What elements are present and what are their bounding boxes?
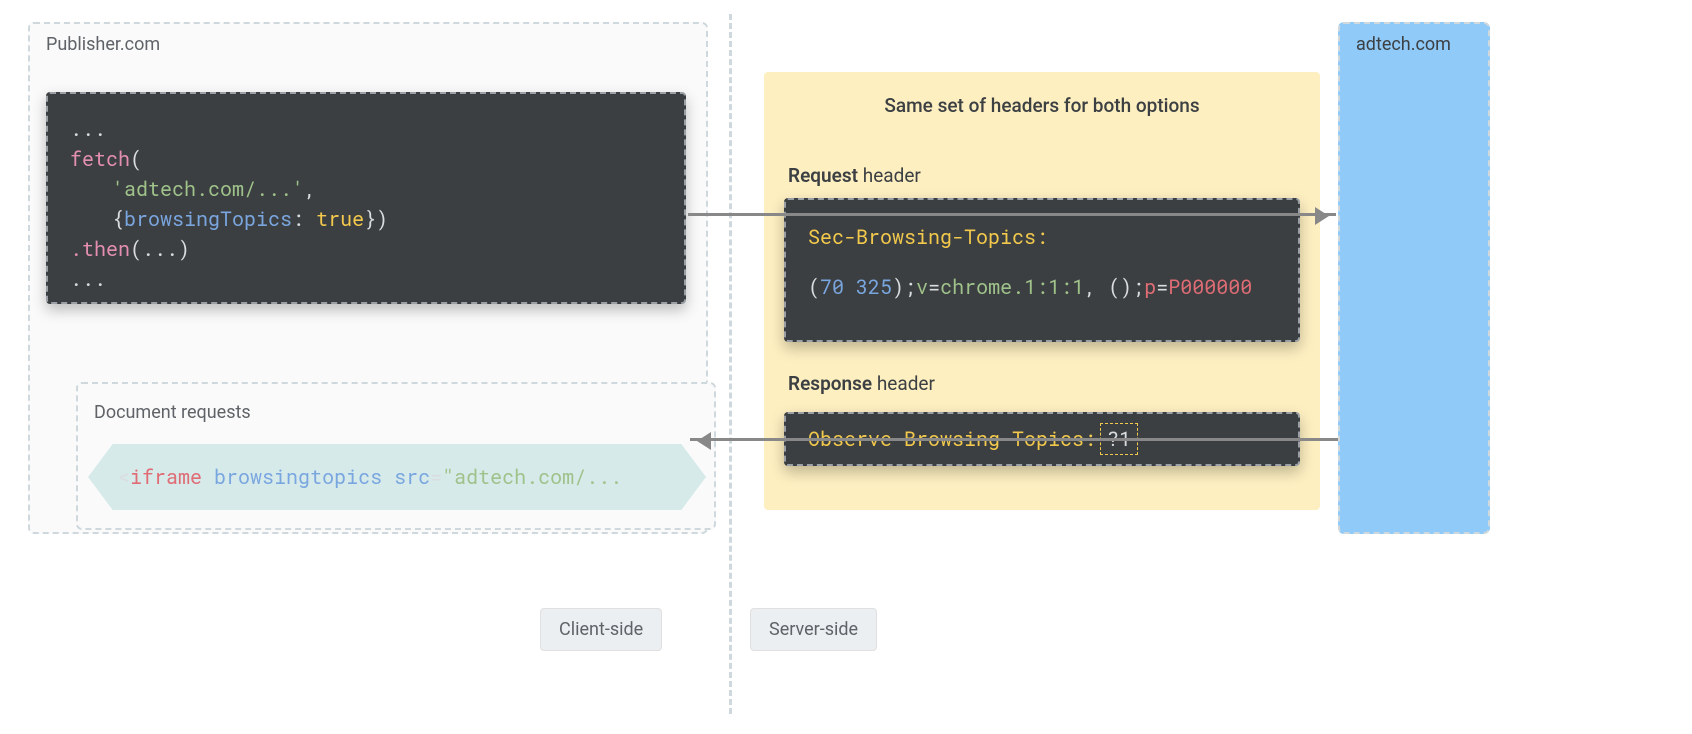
ellipsis-top: ...: [70, 116, 106, 142]
space: [844, 274, 856, 300]
publisher-title: Publisher.com: [46, 34, 160, 55]
adtech-panel: adtech.com: [1338, 22, 1490, 534]
opt-val-true: true: [316, 206, 364, 232]
opt-key: browsingTopics: [124, 206, 292, 232]
then-args: (...): [130, 236, 190, 262]
document-requests-title: Document requests: [94, 402, 251, 423]
fetch-open-paren: (: [130, 146, 142, 172]
tag-open: <: [118, 464, 130, 490]
brace-close: }: [364, 206, 376, 232]
client-side-label: Client-side: [540, 608, 662, 651]
js-fetch-code: ... fetch( 'adtech.com/...', {browsingTo…: [46, 92, 686, 304]
then: .then: [70, 236, 130, 262]
request-arrow: [688, 213, 1336, 216]
request-header-block: Sec-Browsing-Topics: (70 325);v=chrome.1…: [784, 198, 1300, 342]
v-eq: =: [928, 274, 940, 300]
response-header-label: Response header: [788, 372, 935, 395]
response-arrow: [690, 438, 1338, 441]
colon: :: [292, 206, 316, 232]
iframe-tag: <iframe browsingtopics src="adtech.com/.…: [88, 444, 706, 510]
p-eq: =: [1156, 274, 1168, 300]
topic-id-325: 325: [856, 274, 892, 300]
adtech-title: adtech.com: [1356, 34, 1451, 55]
sep-1: ;: [904, 274, 916, 300]
paren-empty: (): [1108, 274, 1132, 300]
comma-1: ,: [304, 176, 316, 202]
request-label-rest: header: [858, 164, 921, 187]
p-val: P000000: [1168, 274, 1252, 300]
attr-browsingtopics: browsingtopics: [214, 464, 382, 490]
ellipsis-bottom: ...: [70, 266, 106, 292]
p-key: p: [1144, 274, 1156, 300]
attr-src: src: [394, 464, 430, 490]
paren-close-1: ): [892, 274, 904, 300]
attr-eq: =: [430, 464, 442, 490]
server-side-label: Server-side: [750, 608, 877, 651]
paren-open-1: (: [808, 274, 820, 300]
fn-fetch: fetch: [70, 146, 130, 172]
fetch-close-paren: ): [376, 206, 388, 232]
comma: ,: [1084, 274, 1108, 300]
fetch-url: 'adtech.com/...': [112, 176, 304, 202]
request-label-strong: Request: [788, 164, 858, 187]
document-requests-panel: Document requests <iframe browsingtopics…: [76, 382, 716, 530]
attr-src-value: "adtech.com/...: [442, 464, 622, 490]
topic-id-70: 70: [820, 274, 844, 300]
response-label-rest: header: [872, 372, 935, 395]
v-key: v: [916, 274, 928, 300]
sec-browsing-topics-name: Sec-Browsing-Topics:: [808, 224, 1048, 250]
response-label-strong: Response: [788, 372, 872, 395]
v-val: chrome.1:1:1: [940, 274, 1084, 300]
headers-title: Same set of headers for both options: [764, 94, 1320, 117]
request-header-label: Request header: [788, 164, 921, 187]
brace-open: {: [112, 206, 124, 232]
client-server-divider: [729, 14, 732, 714]
sep-2: ;: [1132, 274, 1144, 300]
tag-name: iframe: [130, 464, 202, 490]
flow-arrow-head: [1634, 590, 1684, 670]
